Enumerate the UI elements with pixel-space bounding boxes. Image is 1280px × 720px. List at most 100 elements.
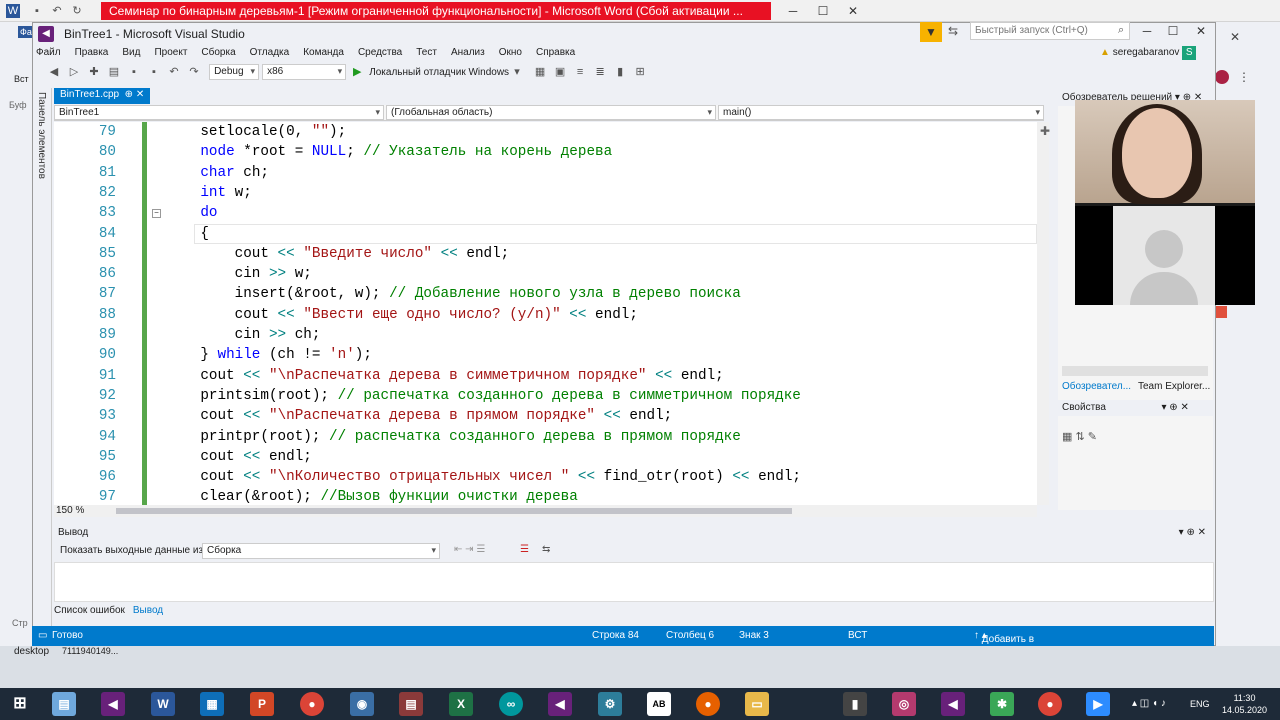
- arduino-icon[interactable]: ∞: [499, 692, 523, 716]
- collapse-icon[interactable]: −: [152, 209, 161, 218]
- source-control-add[interactable]: ↑ Добавить в систему управления версиями…: [974, 630, 1036, 678]
- app-icon-1[interactable]: ◉: [350, 692, 374, 716]
- toolbar-tool-4-icon[interactable]: ≣: [592, 64, 608, 80]
- menu-window[interactable]: Окно: [499, 47, 522, 58]
- visual-studio-icon[interactable]: ◀: [101, 692, 125, 716]
- scope-dropdown[interactable]: (Глобальная область): [386, 105, 716, 120]
- menu-help[interactable]: Справка: [536, 47, 575, 58]
- tab-team-explorer[interactable]: Team Explorer...: [1138, 381, 1210, 392]
- new-project-icon[interactable]: ✚: [86, 64, 102, 80]
- camera-icon[interactable]: ◎: [892, 692, 916, 716]
- toolbar-tool-5-icon[interactable]: ⊞: [632, 64, 648, 80]
- property-pages-icon[interactable]: ✎: [1088, 431, 1097, 443]
- tab-solution-explorer[interactable]: Обозревател...: [1062, 381, 1131, 392]
- undo-icon[interactable]: ↶: [50, 4, 64, 18]
- word-icon[interactable]: W: [6, 4, 20, 18]
- output-text-area[interactable]: [54, 562, 1214, 602]
- redo-icon[interactable]: ↻: [70, 4, 84, 18]
- forward-icon[interactable]: ▷: [66, 64, 82, 80]
- editor-vertical-scrollbar[interactable]: [1037, 122, 1049, 505]
- code-editor[interactable]: − 79 setlocale(0, ""); 80 node *root = NU…: [54, 122, 1037, 505]
- split-editor-icon[interactable]: ✚: [1040, 124, 1050, 138]
- chrome-2-icon[interactable]: ●: [1038, 692, 1062, 716]
- language-indicator[interactable]: ENG: [1190, 699, 1210, 709]
- platform-dropdown[interactable]: x86: [262, 64, 347, 80]
- tray-icons[interactable]: ▴ ◫ ◖ ♪: [1132, 698, 1166, 709]
- tab-bintree1-cpp[interactable]: BinTree1.cpp ⊕ ✕: [54, 88, 151, 104]
- menu-file[interactable]: Файл: [36, 47, 61, 58]
- explorer-icon[interactable]: ▤: [52, 692, 76, 716]
- word-minimize-icon[interactable]: ─: [780, 2, 806, 20]
- save-file-icon[interactable]: ▪: [126, 64, 142, 80]
- categorized-icon[interactable]: ▦: [1062, 431, 1072, 443]
- undo-vs-icon[interactable]: ↶: [166, 64, 182, 80]
- visual-studio-3-icon[interactable]: ◀: [941, 692, 965, 716]
- zoom-level[interactable]: 150 %: [56, 505, 111, 517]
- word-maximize-icon[interactable]: ☐: [810, 2, 836, 20]
- vs-close-icon[interactable]: ✕: [1188, 22, 1214, 40]
- powerpoint-icon[interactable]: P: [250, 692, 274, 716]
- project-dropdown[interactable]: BinTree1: [54, 105, 384, 120]
- debugger-dropdown-icon[interactable]: ▾: [509, 64, 525, 80]
- pin-icon[interactable]: ⊕: [125, 89, 133, 100]
- menu-team[interactable]: Команда: [303, 47, 344, 58]
- abc-icon[interactable]: AB: [647, 692, 671, 716]
- vs-minimize-icon[interactable]: ─: [1134, 22, 1160, 40]
- save-all-icon[interactable]: ▪: [146, 64, 162, 80]
- quick-launch-input[interactable]: Быстрый запуск (Ctrl+Q): [970, 22, 1130, 40]
- toolbar-tool-3-icon[interactable]: ≡: [572, 64, 588, 80]
- slack-icon[interactable]: ✱: [990, 692, 1014, 716]
- vs-maximize-icon[interactable]: ☐: [1160, 22, 1186, 40]
- toolbox-strip[interactable]: Панель элементов: [33, 88, 52, 628]
- toolbar-tool-1-icon[interactable]: ▦: [532, 64, 548, 80]
- menu-debug[interactable]: Отладка: [250, 47, 290, 58]
- config-dropdown[interactable]: Debug: [209, 64, 260, 80]
- word-taskbar-icon[interactable]: W: [151, 692, 175, 716]
- tab-error-list[interactable]: Список ошибок: [54, 605, 125, 616]
- debugger-label[interactable]: Локальный отладчик Windows: [369, 67, 509, 78]
- menu-test[interactable]: Тест: [416, 47, 437, 58]
- tab-output[interactable]: Вывод: [133, 605, 163, 616]
- menu-project[interactable]: Проект: [154, 47, 187, 58]
- behind-more-icon[interactable]: ⋮: [1238, 70, 1250, 84]
- redo-vs-icon[interactable]: ↷: [186, 64, 202, 80]
- terminal-icon[interactable]: ▮: [843, 692, 867, 716]
- solution-scrollbar[interactable]: [1062, 366, 1208, 376]
- word-close-icon[interactable]: ✕: [840, 2, 866, 20]
- zoom-icon[interactable]: ▶: [1086, 692, 1110, 716]
- alphabetical-icon[interactable]: ⇅: [1075, 431, 1084, 443]
- start-debug-icon[interactable]: ▶: [349, 64, 365, 80]
- behind-close-icon[interactable]: ✕: [1230, 30, 1240, 44]
- tab-close-icon[interactable]: ✕: [136, 89, 144, 100]
- output-window-controls[interactable]: ▾ ⊕ ✕: [1179, 527, 1206, 538]
- menu-view[interactable]: Вид: [122, 47, 140, 58]
- clear-all-icon[interactable]: ☰: [520, 544, 529, 555]
- visual-studio-2-icon[interactable]: ◀: [548, 692, 572, 716]
- open-icon[interactable]: ▤: [106, 64, 122, 80]
- bookmark-icon[interactable]: ▮: [612, 64, 628, 80]
- calculator-icon[interactable]: ▦: [200, 692, 224, 716]
- user-account[interactable]: ▲ seregabaranov S: [1100, 46, 1197, 60]
- toolbar-tool-2-icon[interactable]: ▣: [552, 64, 568, 80]
- output-tools-icon[interactable]: ⇤ ⇥ ☰: [454, 544, 485, 555]
- menu-tools[interactable]: Средства: [358, 47, 402, 58]
- firefox-icon[interactable]: ●: [696, 692, 720, 716]
- back-icon[interactable]: ◀: [46, 64, 62, 80]
- notification-filter-icon[interactable]: ▼: [920, 22, 942, 42]
- clock[interactable]: 11:30 14.05.2020: [1222, 692, 1267, 716]
- folder-icon[interactable]: ▭: [745, 692, 769, 716]
- chrome-icon[interactable]: ●: [300, 692, 324, 716]
- member-dropdown[interactable]: main(): [718, 105, 1044, 120]
- feedback-icon[interactable]: ⇆: [948, 24, 958, 38]
- start-icon[interactable]: ⊞: [8, 692, 32, 716]
- save-icon[interactable]: ▪: [30, 4, 44, 18]
- word-wrap-icon[interactable]: ⇆: [542, 544, 550, 555]
- output-source-dropdown[interactable]: Сборка: [202, 543, 440, 559]
- menu-analyze[interactable]: Анализ: [451, 47, 485, 58]
- menu-edit[interactable]: Правка: [75, 47, 109, 58]
- menu-build[interactable]: Сборка: [201, 47, 235, 58]
- winrar-icon[interactable]: ▤: [399, 692, 423, 716]
- excel-icon[interactable]: X: [449, 692, 473, 716]
- settings-icon[interactable]: ⚙: [598, 692, 622, 716]
- horizontal-scroll-thumb[interactable]: [116, 508, 792, 514]
